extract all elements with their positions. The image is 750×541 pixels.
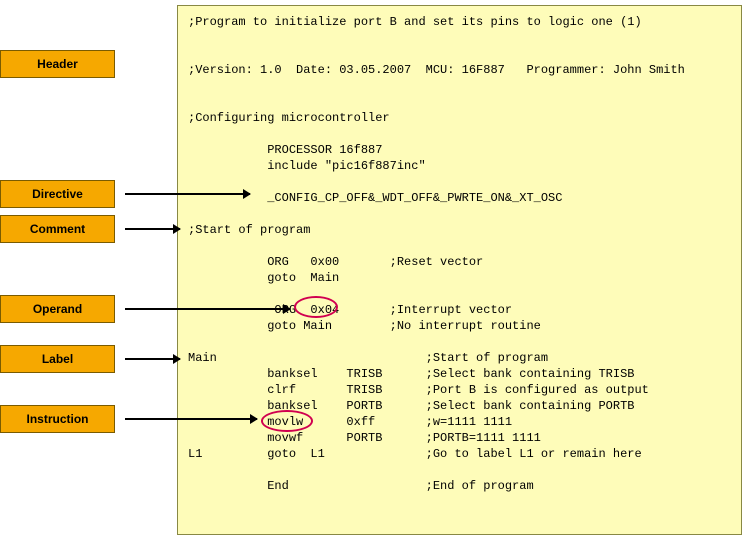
tag-comment: Comment xyxy=(0,215,115,243)
arrow-operand xyxy=(125,308,290,310)
arrow-comment xyxy=(125,228,180,230)
tag-label: Label xyxy=(0,345,115,373)
arrow-instruction xyxy=(125,418,257,420)
tag-directive: Directive xyxy=(0,180,115,208)
tag-text: Directive xyxy=(32,187,83,201)
tag-text: Label xyxy=(42,352,73,366)
arrow-label xyxy=(125,358,180,360)
tag-text: Operand xyxy=(33,302,82,316)
code-panel: ;Program to initialize port B and set it… xyxy=(177,5,742,535)
tag-text: Header xyxy=(37,57,78,71)
tag-text: Instruction xyxy=(27,412,89,426)
tag-header: Header xyxy=(0,50,115,78)
tag-instruction: Instruction xyxy=(0,405,115,433)
tag-operand: Operand xyxy=(0,295,115,323)
arrow-directive xyxy=(125,193,250,195)
tag-text: Comment xyxy=(30,222,85,236)
